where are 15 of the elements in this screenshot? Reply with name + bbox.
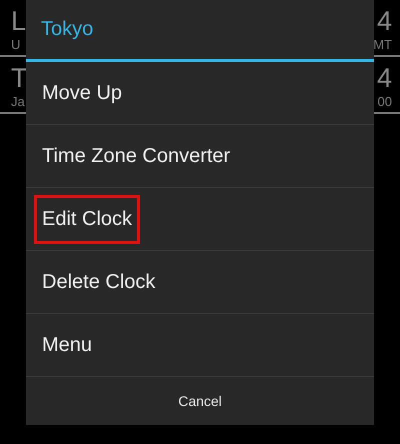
menu-item[interactable]: Time Zone Converter	[34, 132, 238, 180]
clock-city: L	[11, 6, 26, 36]
clock-city: T	[11, 63, 28, 93]
clock-offset: 00	[378, 93, 392, 111]
clock-offset: MT	[373, 36, 392, 54]
cancel-button[interactable]: Cancel	[26, 377, 374, 425]
menu-item[interactable]: Delete Clock	[34, 258, 164, 306]
clock-time: 4	[376, 6, 392, 36]
clock-region: U	[11, 36, 22, 54]
clock-region: Ja	[11, 93, 26, 111]
menu-item[interactable]: Move Up	[34, 68, 130, 118]
menu-item[interactable]: Edit Clock	[34, 194, 140, 244]
dialog-title: Tokyo	[41, 18, 94, 41]
menu-item[interactable]: Menu	[34, 320, 100, 370]
clock-time: 4	[376, 63, 392, 93]
